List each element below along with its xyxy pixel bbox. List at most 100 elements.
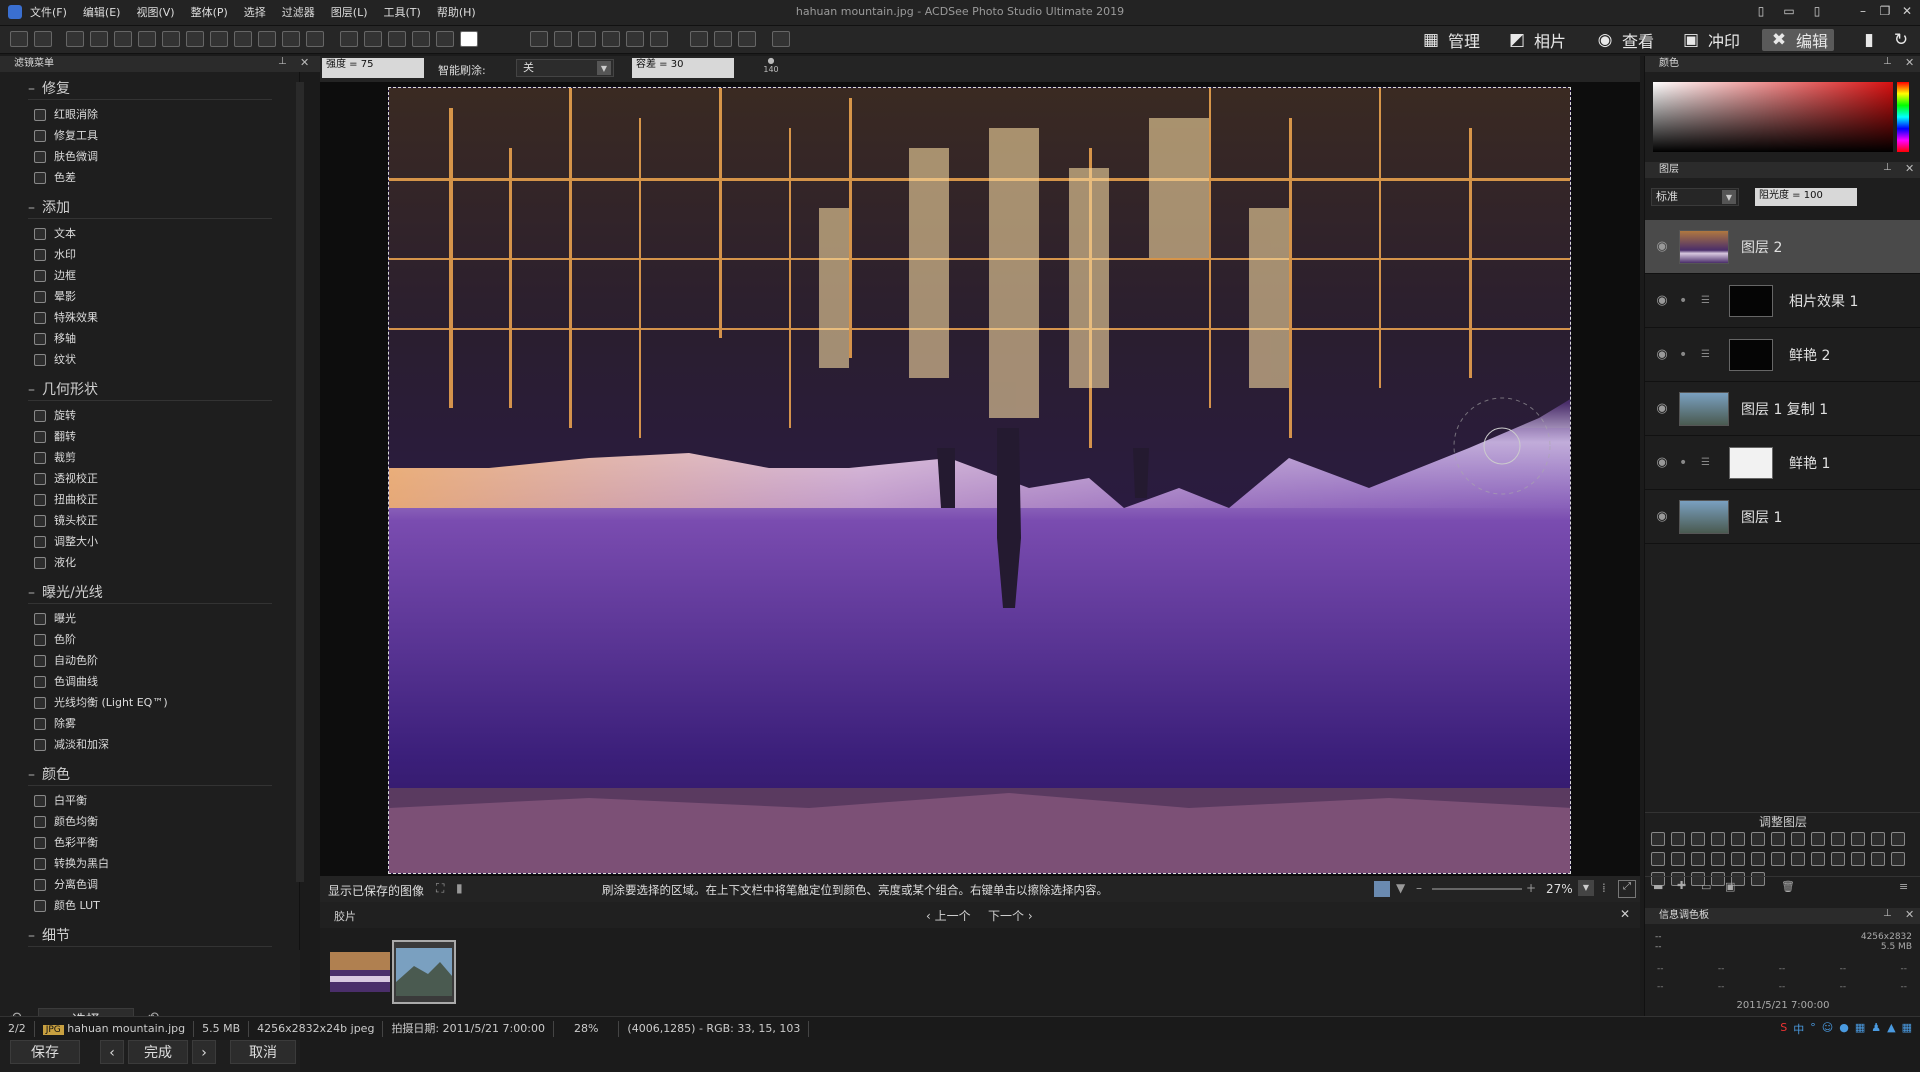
filter-item[interactable]: 翻转 bbox=[28, 426, 272, 447]
fill-icon[interactable] bbox=[364, 31, 382, 47]
thumbnail-city[interactable] bbox=[328, 940, 392, 1004]
view-icon[interactable] bbox=[1374, 881, 1390, 897]
histogram-icon[interactable]: ▮ bbox=[456, 881, 463, 895]
filter-item[interactable]: 镜头校正 bbox=[28, 510, 272, 531]
zoom-slider[interactable] bbox=[1432, 888, 1522, 890]
adjustment-layer-icon[interactable] bbox=[1891, 832, 1905, 846]
add-layer-icon[interactable]: ✚ bbox=[1677, 879, 1686, 892]
photo-canvas[interactable] bbox=[388, 87, 1571, 874]
strength-slider[interactable]: 强度 = 75 bbox=[322, 58, 424, 78]
visibility-eye-icon[interactable]: ◉ bbox=[1645, 347, 1679, 362]
pin-icon[interactable]: ⊥ bbox=[1883, 908, 1892, 919]
show-saved-label[interactable]: 显示已保存的图像 bbox=[328, 882, 424, 899]
stop-icon[interactable] bbox=[714, 31, 732, 47]
filter-item[interactable]: 文本 bbox=[28, 223, 272, 244]
adjustment-layer-icon[interactable] bbox=[1691, 852, 1705, 866]
mic-icon[interactable]: ● bbox=[1839, 1021, 1849, 1037]
line-icon[interactable] bbox=[258, 31, 276, 47]
adjustment-layer-icon[interactable] bbox=[1851, 832, 1865, 846]
text-tool-icon[interactable] bbox=[578, 31, 596, 47]
filter-group-header[interactable]: – 曝光/光线 bbox=[28, 582, 272, 604]
punct-icon[interactable]: ° bbox=[1810, 1021, 1816, 1037]
filter-item[interactable]: 色差 bbox=[28, 167, 272, 188]
layer-row[interactable]: ◉ 图层 1 bbox=[1645, 490, 1920, 544]
close-icon[interactable]: ✕ bbox=[1905, 162, 1914, 175]
filter-item[interactable]: 液化 bbox=[28, 552, 272, 573]
grid-view-icon[interactable] bbox=[772, 31, 790, 47]
fit-icon[interactable]: ⤢ bbox=[1618, 880, 1636, 898]
filter-item[interactable]: 晕影 bbox=[28, 286, 272, 307]
sogou-icon[interactable]: S bbox=[1780, 1021, 1787, 1037]
filter-item[interactable]: 减淡和加深 bbox=[28, 734, 272, 755]
shirt-icon[interactable]: ▲ bbox=[1887, 1021, 1895, 1037]
filter-group-header[interactable]: – 颜色 bbox=[28, 764, 272, 786]
adjustment-layer-icon[interactable] bbox=[1771, 852, 1785, 866]
layer-row[interactable]: ◉ • ☰ 相片效果 1 bbox=[1645, 274, 1920, 328]
adjustment-layer-icon[interactable] bbox=[1691, 832, 1705, 846]
new-group-icon[interactable]: ▬ bbox=[1653, 880, 1663, 893]
adjustment-layer-icon[interactable] bbox=[1871, 832, 1885, 846]
filter-item[interactable]: 色阶 bbox=[28, 629, 272, 650]
mode-photos-button[interactable]: ◩ 相片 bbox=[1500, 29, 1572, 51]
bucket-icon[interactable] bbox=[626, 31, 644, 47]
filter-item[interactable]: 特殊效果 bbox=[28, 307, 272, 328]
magic-wand-icon[interactable] bbox=[186, 31, 204, 47]
hand-tool-icon[interactable] bbox=[10, 31, 28, 47]
panel-toggle-icon[interactable]: ▯ bbox=[1752, 3, 1770, 19]
apps-icon[interactable]: ▦ bbox=[1902, 1021, 1912, 1037]
color-swatch-icon[interactable] bbox=[460, 31, 478, 47]
prev-arrow-icon[interactable]: ‹ bbox=[100, 1040, 124, 1064]
eraser-icon[interactable] bbox=[412, 31, 430, 47]
polygon-select-icon[interactable] bbox=[162, 31, 180, 47]
smart-brush-select[interactable]: 关 ▼ bbox=[516, 59, 614, 77]
next-button[interactable]: 下一个 › bbox=[988, 907, 1033, 924]
path-icon[interactable] bbox=[306, 31, 324, 47]
filter-item[interactable]: 调整大小 bbox=[28, 531, 272, 552]
rectangle-icon[interactable] bbox=[210, 31, 228, 47]
close-panel-icon[interactable]: ✕ bbox=[300, 56, 312, 72]
visibility-eye-icon[interactable]: ◉ bbox=[1645, 509, 1679, 524]
hue-slider[interactable] bbox=[1897, 82, 1909, 152]
mode-edit-button[interactable]: ✖ 编辑 bbox=[1762, 29, 1835, 51]
adjustment-layer-icon[interactable] bbox=[1811, 832, 1825, 846]
clone-icon[interactable] bbox=[436, 31, 454, 47]
brush-select-icon[interactable] bbox=[66, 31, 84, 47]
filter-item[interactable]: 边框 bbox=[28, 265, 272, 286]
layer-row[interactable]: ◉ 图层 2 bbox=[1645, 220, 1920, 274]
zoom-tool-icon[interactable] bbox=[530, 31, 548, 47]
close-icon[interactable]: ✕ bbox=[1905, 908, 1914, 921]
lasso-icon[interactable] bbox=[90, 31, 108, 47]
brush-size-control[interactable]: ● 140 bbox=[758, 56, 784, 82]
pin-icon[interactable]: ⊥ bbox=[1883, 56, 1892, 67]
arrow-icon[interactable] bbox=[282, 31, 300, 47]
close-icon[interactable]: ✕ bbox=[1898, 3, 1916, 19]
filter-item[interactable]: 透视校正 bbox=[28, 468, 272, 489]
keyboard-icon[interactable]: ▦ bbox=[1855, 1021, 1865, 1037]
filter-item[interactable]: 白平衡 bbox=[28, 790, 272, 811]
zoom-in-icon[interactable]: + bbox=[1526, 881, 1536, 895]
thumbnail-mountain[interactable] bbox=[392, 940, 456, 1004]
filter-group-header[interactable]: – 细节 bbox=[28, 925, 272, 947]
close-icon[interactable]: ✕ bbox=[1905, 56, 1914, 69]
filter-item[interactable]: 移轴 bbox=[28, 328, 272, 349]
scrollbar[interactable] bbox=[296, 82, 304, 882]
menu-icon[interactable]: ≡ bbox=[1899, 880, 1908, 893]
color-picker[interactable] bbox=[1653, 82, 1893, 152]
filter-item[interactable]: 肤色微调 bbox=[28, 146, 272, 167]
mode-develop-button[interactable]: ▣ 冲印 bbox=[1674, 29, 1746, 51]
sidebar-icon[interactable]: ▯ bbox=[1808, 3, 1826, 19]
fullscreen-icon[interactable]: ⛶ bbox=[436, 881, 444, 896]
next-arrow-icon[interactable]: › bbox=[192, 1040, 216, 1064]
filter-group-header[interactable]: – 几何形状 bbox=[28, 379, 272, 401]
filter-item[interactable]: 色调曲线 bbox=[28, 671, 272, 692]
adjustment-layer-icon[interactable] bbox=[1831, 832, 1845, 846]
play-icon[interactable] bbox=[738, 31, 756, 47]
filter-item[interactable]: 纹状 bbox=[28, 349, 272, 370]
filter-item[interactable]: 除雾 bbox=[28, 713, 272, 734]
layout-icon[interactable]: ▭ bbox=[1780, 3, 1798, 19]
duplicate-icon[interactable]: ▭ bbox=[1701, 880, 1711, 893]
adjustment-layer-icon[interactable] bbox=[1751, 832, 1765, 846]
adjustment-layer-icon[interactable] bbox=[1751, 852, 1765, 866]
adjustment-layer-icon[interactable] bbox=[1791, 832, 1805, 846]
adjustment-layer-icon[interactable] bbox=[1671, 852, 1685, 866]
